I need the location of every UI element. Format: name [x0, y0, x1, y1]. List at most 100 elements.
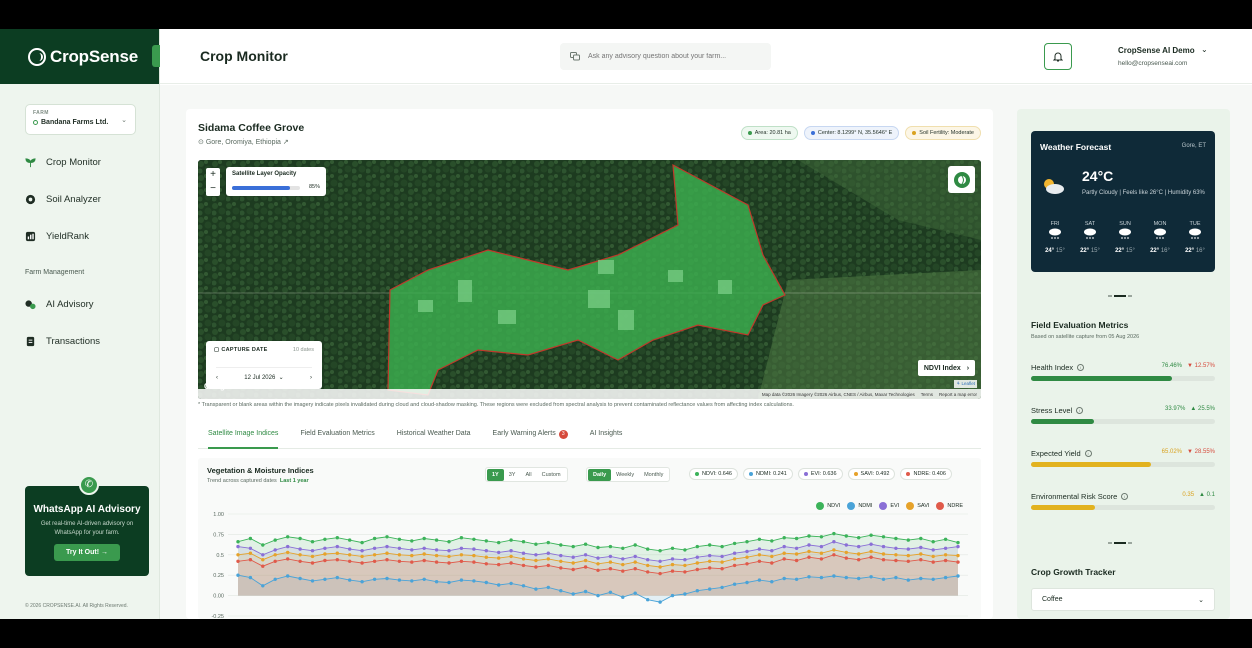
tab-early-warning-alerts[interactable]: Early Warning Alerts 3	[493, 422, 568, 449]
data-point-savi	[658, 565, 662, 569]
farm-selector[interactable]: FARM Bandana Farms Ltd. ⌄	[25, 104, 136, 135]
data-point-evi	[894, 546, 898, 550]
chart-title: Vegetation & Moisture Indices	[207, 466, 314, 475]
chevron-right-icon[interactable]: ›	[310, 375, 312, 381]
tab-historical-weather-data[interactable]: Historical Weather Data	[397, 422, 471, 449]
report-error-link[interactable]: Report a map error	[939, 392, 977, 397]
chip-dot	[912, 131, 917, 135]
field-location-text: Gore, Oromiya, Ethiopia	[205, 139, 281, 146]
carousel-dot	[1128, 542, 1132, 544]
freq-monthly[interactable]: Monthly	[639, 469, 668, 481]
freq-daily[interactable]: Daily	[588, 468, 612, 481]
sidebar-item-label: YieldRank	[46, 231, 89, 242]
info-icon[interactable]: i	[1121, 493, 1129, 500]
tab-label: Satellite Image Indices	[208, 430, 279, 437]
map-layer-button[interactable]	[948, 166, 975, 193]
sidebar-item-ai-advisory[interactable]: AI Advisory	[25, 299, 94, 310]
data-point-ndre	[869, 555, 873, 559]
terms-link[interactable]: Terms	[921, 392, 933, 397]
carousel-indicator[interactable]	[1108, 542, 1138, 544]
data-point-ndmi	[546, 585, 550, 590]
search-input[interactable]	[588, 53, 758, 60]
data-point-ndmi	[819, 575, 824, 580]
opacity-slider[interactable]	[232, 186, 300, 190]
try-it-out-button[interactable]: Try It Out! →	[54, 544, 120, 561]
zoom-in-button[interactable]: +	[206, 168, 220, 182]
advisory-search[interactable]	[560, 43, 771, 70]
tab-field-evaluation-metrics[interactable]: Field Evaluation Metrics	[300, 422, 374, 449]
carousel-indicator[interactable]	[1108, 295, 1138, 297]
sidebar-item-crop-monitor[interactable]: Crop Monitor	[25, 157, 101, 168]
data-point-ndvi	[720, 544, 724, 549]
data-point-ndvi	[521, 540, 526, 544]
forecast-high: 22°	[1150, 248, 1160, 254]
tab-satellite-image-indices[interactable]: Satellite Image Indices	[208, 422, 279, 449]
data-point-evi	[521, 551, 526, 555]
user-name[interactable]: CropSense AI Demo	[1118, 46, 1195, 55]
savi-chip[interactable]: SAVI: 0.492	[847, 468, 896, 480]
sidebar-item-soil-analyzer[interactable]: Soil Analyzer	[25, 194, 101, 205]
range-1y[interactable]: 1Y	[487, 468, 504, 481]
chat-bubble-icon	[570, 52, 580, 61]
weather-card: Weather Forecast Gore, ET 24°C Partly Cl…	[1031, 131, 1215, 272]
chevron-left-icon[interactable]: ‹	[216, 375, 218, 381]
data-point-ndvi	[745, 540, 749, 544]
data-point-savi	[683, 563, 687, 568]
info-icon[interactable]: i	[1076, 407, 1084, 414]
ndmi-chip[interactable]: NDMI: 0.241	[742, 468, 793, 480]
rank-icon	[25, 231, 36, 242]
data-point-evi	[273, 548, 277, 552]
data-point-ndre	[832, 553, 836, 557]
chip-label: NDMI: 0.241	[755, 471, 787, 477]
forecast-day-temp: 22° 16°	[1146, 248, 1174, 254]
map-data-credit: Map data ©2026 Imagery ©2026 Airbus, CNE…	[761, 391, 915, 397]
ndre-chip[interactable]: NDRE: 0.406	[900, 468, 952, 480]
data-point-evi	[919, 545, 923, 550]
data-point-ndmi	[658, 600, 662, 604]
data-point-ndre	[447, 561, 451, 565]
sidebar-collapse-handle[interactable]	[152, 45, 160, 67]
field-location[interactable]: ⊙ Gore, Oromiya, Ethiopia ↗	[198, 138, 289, 146]
sidebar-item-transactions[interactable]: Transactions	[25, 336, 100, 347]
zoom-out-button[interactable]: −	[206, 182, 220, 196]
data-point-ndvi	[770, 539, 774, 543]
data-point-ndmi	[720, 585, 724, 590]
data-point-ndmi	[434, 580, 439, 584]
location-pin-icon	[33, 120, 38, 125]
data-point-ndmi	[757, 578, 762, 582]
leaflet-attribution[interactable]: ⚘ Leaflet	[954, 380, 977, 388]
brand-logo[interactable]: CropSense	[0, 29, 160, 84]
bell-icon	[1053, 52, 1063, 62]
capture-date-select[interactable]: 12 Jul 2026 ⌄	[244, 374, 283, 381]
data-point-ndvi	[261, 543, 265, 547]
ndvi-index-button[interactable]: NDVI Index ›	[918, 360, 975, 376]
data-point-ndre	[571, 567, 575, 572]
data-point-ndvi	[708, 543, 712, 547]
sidebar-item-yieldrank[interactable]: YieldRank	[25, 231, 89, 242]
ndvi-chip[interactable]: NDVI: 0.646	[689, 468, 738, 480]
info-icon[interactable]: i	[1084, 450, 1092, 457]
chart-range-link[interactable]: Last 1 year	[280, 478, 309, 484]
data-point-ndmi	[745, 580, 749, 585]
range-3y[interactable]: 3Y	[504, 469, 521, 481]
range-custom[interactable]: Custom	[537, 469, 566, 481]
data-point-ndre	[236, 559, 240, 563]
notifications-button[interactable]	[1044, 43, 1072, 70]
freq-weekly[interactable]: Weekly	[611, 469, 639, 481]
data-point-ndvi	[385, 535, 389, 539]
forecast-day-temp: 22° 15°	[1076, 248, 1104, 254]
data-point-savi	[521, 557, 526, 561]
info-icon[interactable]: i	[1077, 364, 1085, 371]
data-point-ndre	[670, 569, 675, 573]
chevron-down-icon[interactable]: ⌄	[1201, 45, 1208, 54]
range-all[interactable]: All	[520, 469, 536, 481]
data-point-ndre	[310, 561, 315, 565]
tab-ai-insights[interactable]: AI Insights	[590, 422, 623, 449]
data-point-evi	[881, 544, 886, 549]
data-point-ndre	[422, 558, 426, 563]
evi-chip[interactable]: EVI: 0.636	[797, 468, 843, 480]
satellite-map[interactable]: + − Satellite Layer Opacity 85% ▢ CAPTUR…	[198, 160, 981, 399]
crop-select[interactable]: Coffee ⌄	[1031, 588, 1215, 611]
y-tick-label: 0.75	[213, 532, 224, 538]
data-point-ndvi	[931, 540, 935, 544]
